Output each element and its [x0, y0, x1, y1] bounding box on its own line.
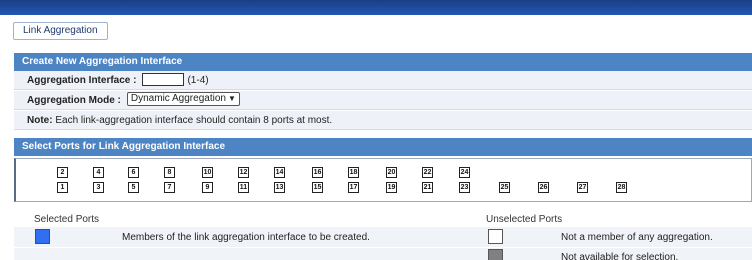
port-7-checkbox[interactable]: 7 [164, 182, 175, 193]
select-ports-header: Select Ports for Link Aggregation Interf… [14, 138, 752, 156]
port-1-checkbox[interactable]: 1 [57, 182, 68, 193]
aggregation-mode-select[interactable]: Dynamic Aggregation ▼ [126, 92, 240, 107]
chevron-down-icon: ▼ [227, 94, 236, 104]
aggregation-mode-label: Aggregation Mode : [27, 95, 121, 106]
unselected-ports-title: Unselected Ports [486, 214, 563, 225]
note-text: Each link-aggregation interface should c… [55, 115, 333, 126]
port-17-checkbox[interactable]: 17 [348, 182, 359, 193]
port-19-checkbox[interactable]: 19 [386, 182, 397, 193]
unselected-legend-text: Not a member of any aggregation. [561, 232, 713, 243]
unavailable-legend-text: Not available for selection. [561, 252, 679, 260]
note-row: Note: Each link-aggregation interface sh… [14, 111, 752, 130]
port-8-checkbox[interactable]: 8 [164, 167, 175, 178]
unselected-swatch [488, 229, 503, 244]
port-18-checkbox[interactable]: 18 [348, 167, 359, 178]
port-16-checkbox[interactable]: 16 [312, 167, 323, 178]
aggregation-mode-row: Aggregation Mode : Dynamic Aggregation ▼ [14, 91, 752, 110]
port-24-checkbox[interactable]: 24 [459, 167, 470, 178]
port-13-checkbox[interactable]: 13 [274, 182, 285, 193]
port-14-checkbox[interactable]: 14 [274, 167, 285, 178]
tab-link-aggregation[interactable]: Link Aggregation [13, 22, 108, 40]
port-15-checkbox[interactable]: 15 [312, 182, 323, 193]
port-25-checkbox[interactable]: 25 [499, 182, 510, 193]
port-28-checkbox[interactable]: 28 [616, 182, 627, 193]
selected-legend-text: Members of the link aggregation interfac… [122, 232, 370, 243]
port-4-checkbox[interactable]: 4 [93, 167, 104, 178]
aggregation-interface-input[interactable] [142, 72, 185, 86]
port-26-checkbox[interactable]: 26 [538, 182, 549, 193]
selected-swatch [35, 229, 50, 244]
create-section-header: Create New Aggregation Interface [14, 53, 752, 71]
port-22-checkbox[interactable]: 22 [422, 167, 433, 178]
port-6-checkbox[interactable]: 6 [128, 167, 139, 178]
top-banner [0, 0, 752, 15]
port-21-checkbox[interactable]: 21 [422, 182, 433, 193]
port-11-checkbox[interactable]: 11 [238, 182, 249, 193]
note-label: Note: [27, 115, 53, 126]
port-12-checkbox[interactable]: 12 [238, 167, 249, 178]
aggregation-interface-row: Aggregation Interface : (1-4) [14, 71, 752, 90]
port-selection-panel: 2 4 6 8 10 12 14 16 18 20 22 24 1 3 5 7 9 11 13 15 17 19 21 23 2… [14, 158, 752, 202]
port-10-checkbox[interactable]: 10 [202, 167, 213, 178]
interface-range-hint: (1-4) [187, 75, 209, 86]
port-27-checkbox[interactable]: 27 [577, 182, 588, 193]
port-20-checkbox[interactable]: 20 [386, 167, 397, 178]
selected-ports-title: Selected Ports [34, 214, 100, 225]
port-9-checkbox[interactable]: 9 [202, 182, 213, 193]
aggregation-interface-label: Aggregation Interface : [27, 75, 137, 86]
port-23-checkbox[interactable]: 23 [459, 182, 470, 193]
unavailable-swatch [488, 249, 503, 260]
aggregation-mode-value: Dynamic Aggregation [130, 93, 226, 105]
port-5-checkbox[interactable]: 5 [128, 182, 139, 193]
port-3-checkbox[interactable]: 3 [93, 182, 104, 193]
port-2-checkbox[interactable]: 2 [57, 167, 68, 178]
